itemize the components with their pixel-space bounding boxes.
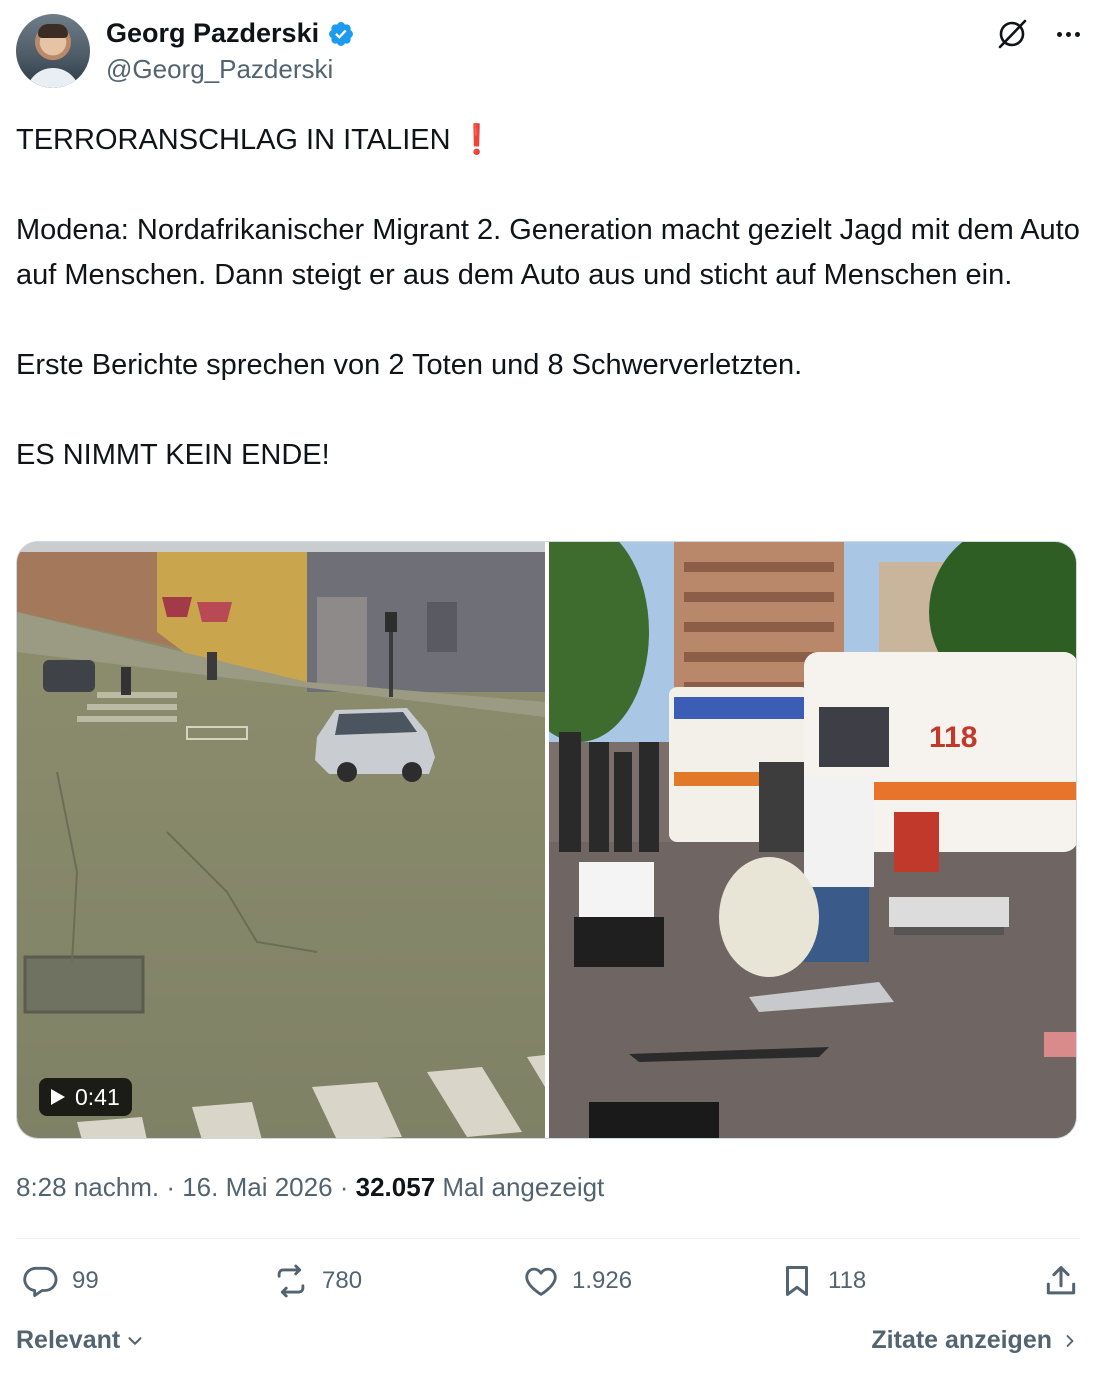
repost-button[interactable]: 780	[272, 1262, 362, 1300]
reply-icon	[23, 1266, 58, 1297]
video-duration-badge[interactable]: 0:41	[39, 1078, 132, 1116]
sort-label: Relevant	[16, 1326, 121, 1354]
tweet-paragraph-2: Modena: Nordafrikanischer Migrant 2. Gen…	[16, 214, 1080, 291]
chevron-right-icon	[1066, 1334, 1074, 1347]
bookmark-button[interactable]: 118	[778, 1262, 866, 1300]
tweet-paragraph-3: Erste Berichte sprechen von 2 Toten und …	[16, 349, 803, 381]
tweet-paragraph-4: ES NIMMT KEIN ENDE!	[16, 439, 330, 471]
verified-badge-icon	[329, 21, 354, 46]
avatar[interactable]	[16, 14, 90, 88]
grok-icon[interactable]	[994, 16, 1030, 52]
divider	[16, 1238, 1080, 1239]
reply-button[interactable]: 99	[22, 1262, 99, 1300]
avatar-shirt	[26, 68, 80, 88]
tweet-time[interactable]: 8:28 nachm.	[16, 1172, 159, 1203]
share-button[interactable]	[1042, 1262, 1080, 1300]
more-options-icon[interactable]	[1050, 16, 1086, 52]
chevron-down-icon	[128, 1336, 142, 1345]
play-icon	[51, 1089, 65, 1105]
like-button[interactable]: 1.926	[522, 1262, 632, 1300]
heart-icon	[525, 1267, 557, 1296]
meta-separator-2: ·	[332, 1172, 356, 1202]
view-count: 32.057	[355, 1172, 436, 1202]
video-duration: 0:41	[75, 1083, 120, 1110]
avatar-hair	[38, 24, 68, 38]
share-icon	[1046, 1266, 1076, 1295]
reply-count: 99	[72, 1267, 99, 1294]
tweet-date[interactable]: 16. Mai 2026	[182, 1172, 332, 1203]
action-bar: 99 780 1.926 118	[16, 1262, 1086, 1306]
bookmark-count: 118	[828, 1267, 867, 1294]
author-handle[interactable]: @Georg_Pazderski	[106, 54, 333, 85]
like-count: 1.926	[572, 1267, 633, 1294]
sort-dropdown[interactable]: Relevant	[16, 1326, 146, 1355]
quotes-label: Zitate anzeigen	[871, 1326, 1052, 1354]
view-quotes-link[interactable]: Zitate anzeigen	[871, 1326, 1080, 1355]
tweet-text: TERRORANSCHLAG IN ITALIEN ❗ Modena: Nord…	[16, 118, 1086, 478]
accident-scene-image: 118	[549, 542, 1076, 1138]
replies-footer: Relevant Zitate anzeigen	[16, 1322, 1080, 1362]
bookmark-icon	[785, 1266, 809, 1296]
meta-separator: ·	[159, 1172, 183, 1202]
ambulance-118-label: 118	[929, 721, 977, 754]
repost-icon	[277, 1264, 305, 1298]
tweet-header: Georg Pazderski @Georg_Pazderski	[16, 12, 1086, 92]
repost-count: 780	[322, 1267, 363, 1294]
views-label: Mal angezeigt	[435, 1172, 605, 1202]
author-name-row[interactable]: Georg Pazderski	[106, 18, 355, 49]
exclamation-emoji: ❗	[458, 124, 495, 156]
street-camera-image	[17, 542, 545, 1138]
tweet-metadata: 8:28 nachm. · 16. Mai 2026 · 32.057 Mal …	[16, 1172, 604, 1203]
video-thumbnail[interactable]: 0:41	[17, 542, 545, 1138]
tweet-headline: TERRORANSCHLAG IN ITALIEN ❗	[16, 118, 1086, 163]
photo-thumbnail[interactable]: 118	[549, 542, 1076, 1138]
display-name[interactable]: Georg Pazderski	[106, 18, 319, 49]
media-grid: 0:41 118	[16, 541, 1077, 1139]
headline-text: TERRORANSCHLAG IN ITALIEN	[16, 124, 459, 156]
